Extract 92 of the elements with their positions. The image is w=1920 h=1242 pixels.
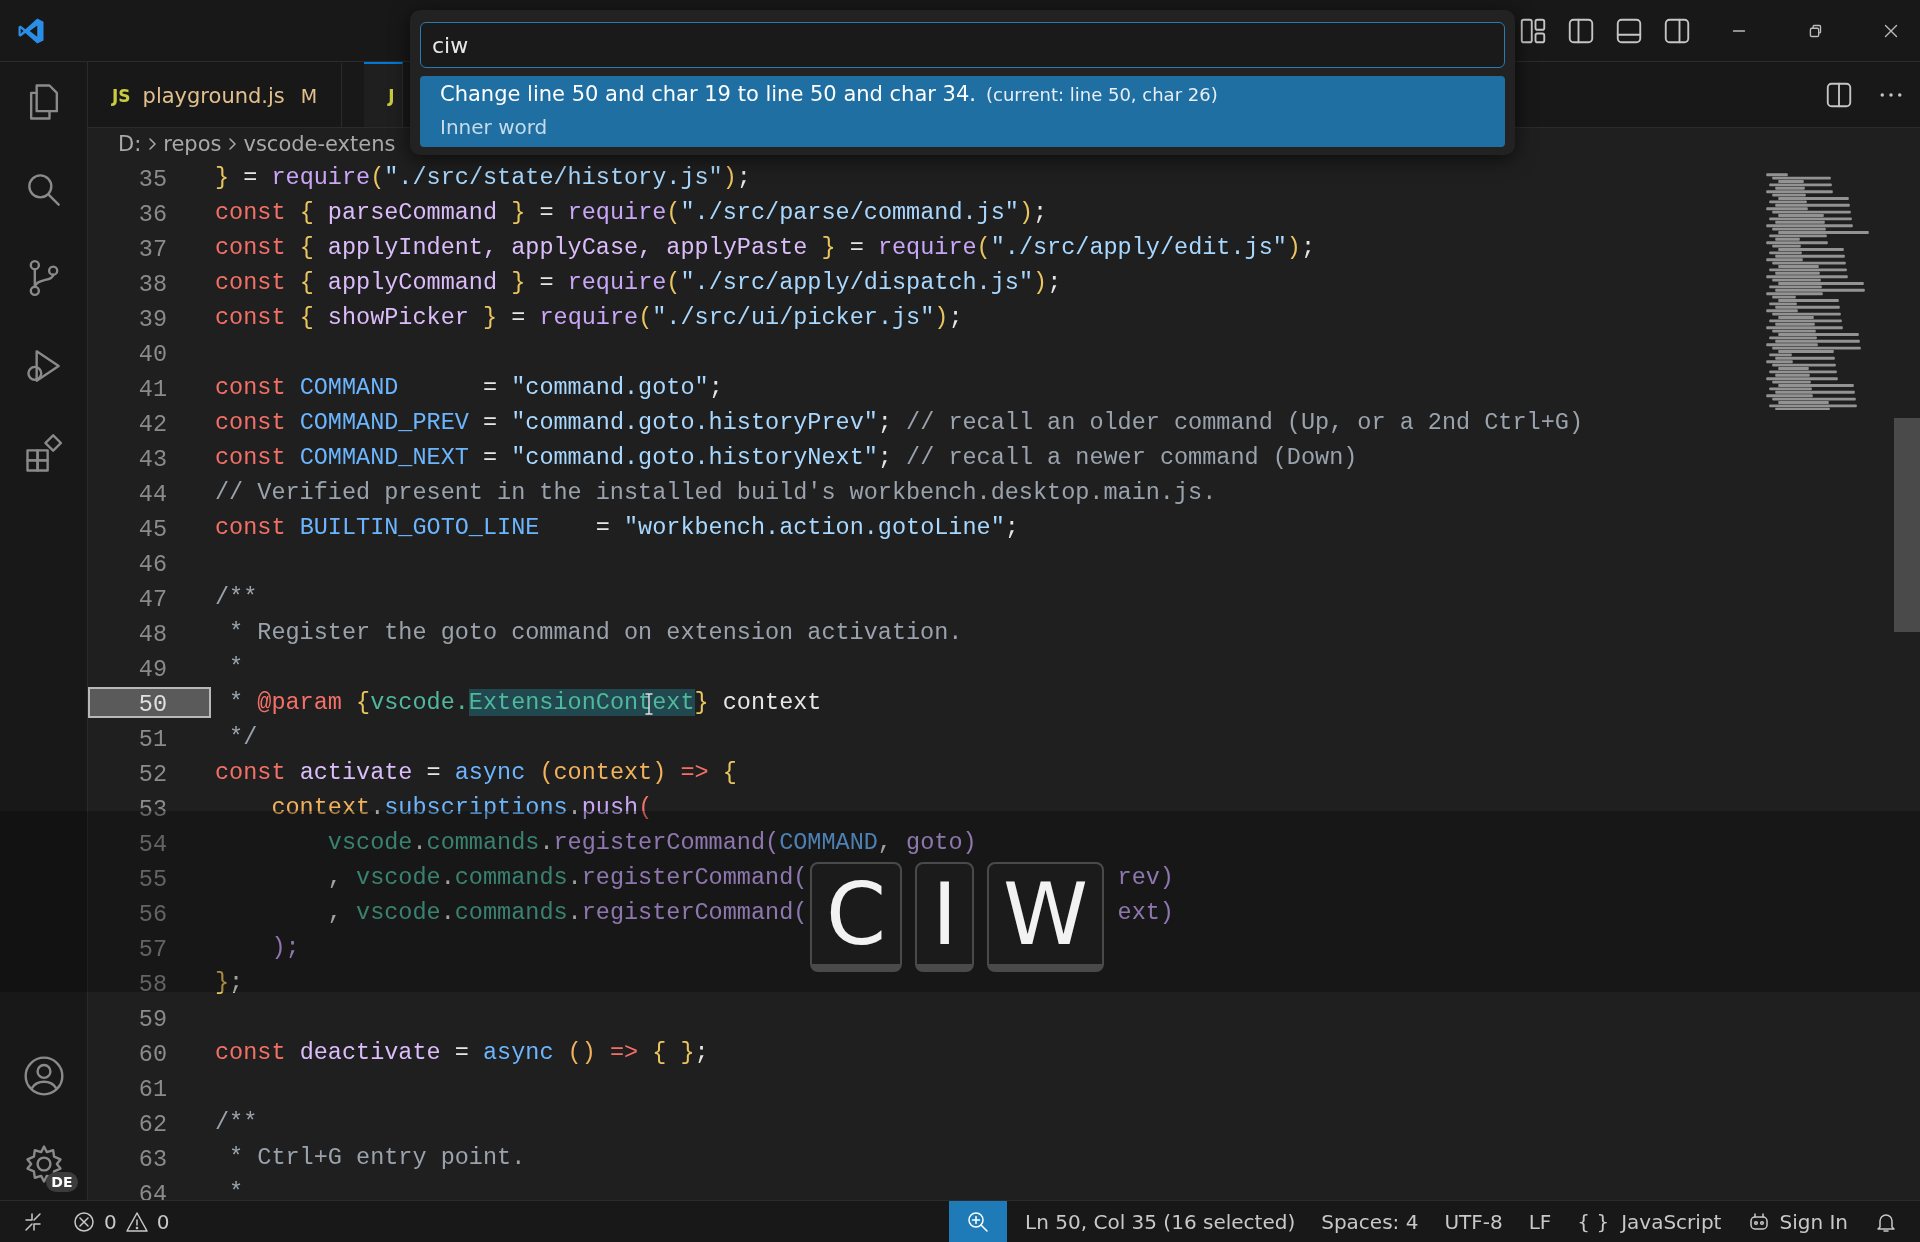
braces-glyph: { } bbox=[1577, 1209, 1610, 1234]
sign-in-label: Sign In bbox=[1779, 1209, 1848, 1234]
code-line: , vscode.commands.registerCommand( bbox=[326, 899, 808, 926]
line-number: 46 bbox=[137, 550, 168, 578]
code-line: // Verified present in the installed build's workbench.desktop.main.js. bbox=[214, 479, 1217, 506]
zoom-button[interactable] bbox=[949, 1200, 1008, 1242]
line-number: 59 bbox=[137, 1005, 168, 1033]
code-line: /** bbox=[214, 584, 258, 611]
javascript-file-icon: J bbox=[388, 85, 395, 106]
sign-in-status[interactable]: Sign In bbox=[1747, 1209, 1848, 1234]
code-line: const { applyCommand } = require("./src/apply/dispatch.js"); bbox=[214, 269, 1062, 296]
line-number: 45 bbox=[137, 515, 168, 543]
line-number: 62 bbox=[137, 1110, 168, 1138]
code-line: const activate = async (context) => { bbox=[214, 759, 737, 786]
zoom-in-icon bbox=[966, 1209, 991, 1234]
chevron-icon bbox=[147, 136, 158, 152]
line-number: 56 bbox=[137, 900, 168, 928]
code-fragment: rev) bbox=[1117, 864, 1174, 891]
item-description: (current: line 50, char 26) bbox=[986, 83, 1218, 107]
line-number: 53 bbox=[137, 795, 168, 823]
cursor-position[interactable]: Ln 50, Col 35 (16 selected) bbox=[1025, 1209, 1296, 1234]
warning-icon bbox=[124, 1209, 149, 1234]
keycap: I bbox=[915, 862, 975, 972]
error-icon bbox=[72, 1209, 96, 1234]
line-number: 36 bbox=[137, 200, 168, 228]
code-line: * Ctrl+G entry point. bbox=[228, 1144, 526, 1171]
line-number: 52 bbox=[137, 760, 168, 788]
code-line: * bbox=[228, 654, 244, 681]
code-line: * Register the goto command on extension activation. bbox=[228, 619, 963, 646]
code-line: const COMMAND = "command.goto"; bbox=[214, 374, 723, 401]
quick-pick-input[interactable]: ciw bbox=[420, 22, 1505, 68]
line-number: 48 bbox=[137, 620, 168, 648]
code-line: /** bbox=[214, 1109, 258, 1136]
modified-indicator: M bbox=[300, 84, 318, 107]
warning-count: 0 bbox=[156, 1209, 170, 1234]
line-number: 50 bbox=[88, 687, 211, 718]
line-number: 37 bbox=[137, 235, 168, 263]
line-number: 40 bbox=[137, 340, 168, 368]
tab-label: playground.js bbox=[142, 83, 285, 108]
language-label: JavaScript bbox=[1621, 1209, 1722, 1234]
code-line: const { parseCommand } = require("./src/parse/command.js"); bbox=[214, 199, 1048, 226]
code-line: }; bbox=[214, 969, 244, 996]
code-line: const COMMAND_NEXT = "command.goto.historyNext"; // recall a newer command (Down) bbox=[214, 444, 1358, 471]
code-line: , vscode.commands.registerCommand( bbox=[326, 864, 808, 891]
code-line: * bbox=[228, 1179, 244, 1200]
line-number: 47 bbox=[137, 585, 168, 613]
item-label: Change line 50 and char 19 to line 50 and char 34. bbox=[440, 81, 976, 108]
line-number: 43 bbox=[137, 445, 168, 473]
breadcrumb-item[interactable]: repos bbox=[163, 132, 222, 156]
code-line: ); bbox=[270, 934, 300, 961]
editor-tab[interactable]: J bbox=[364, 62, 404, 127]
indentation-status[interactable]: Spaces: 4 bbox=[1321, 1209, 1419, 1234]
code-line: vscode.commands.registerCommand(COMMAND, goto) bbox=[326, 829, 977, 856]
code-line: const { applyIndent, applyCase, applyPaste } = require("./src/apply/edit.js"); bbox=[214, 234, 1316, 261]
line-number: 39 bbox=[137, 305, 168, 333]
code-line: const COMMAND_PREV = "command.goto.historyPrev"; // recall an older command (Up, or a 2nd Ctrl+G) bbox=[214, 409, 1583, 436]
code-line: const { showPicker } = require("./src/ui/picker.js"); bbox=[214, 304, 963, 331]
line-number: 63 bbox=[137, 1145, 168, 1173]
code-line: const BUILTIN_GOTO_LINE = "workbench.action.gotoLine"; bbox=[214, 514, 1019, 541]
error-count: 0 bbox=[104, 1209, 117, 1234]
breadcrumb-item[interactable]: D: bbox=[118, 132, 142, 156]
encoding-status[interactable]: UTF-8 bbox=[1444, 1209, 1503, 1234]
scrollbar-thumb[interactable] bbox=[1894, 418, 1920, 632]
chevron-icon bbox=[227, 136, 238, 152]
line-number: 58 bbox=[137, 970, 168, 998]
line-number: 55 bbox=[137, 865, 168, 893]
breadcrumb-item[interactable]: vscode-extens bbox=[243, 132, 396, 156]
line-number: 41 bbox=[137, 375, 168, 403]
line-number: 49 bbox=[137, 655, 168, 683]
line-number: 60 bbox=[137, 1040, 168, 1068]
language-status[interactable]: { } JavaScript bbox=[1577, 1209, 1722, 1234]
code-line: */ bbox=[228, 724, 258, 751]
line-number: 51 bbox=[137, 725, 168, 753]
code-line: const deactivate = async () => { }; bbox=[214, 1039, 709, 1066]
keycap: W bbox=[987, 862, 1105, 972]
line-ending-status[interactable]: LF bbox=[1528, 1209, 1552, 1234]
quick-pick-item[interactable]: Change line 50 and char 19 to line 50 and char 34. (current: line 50, char 26) Inner word bbox=[420, 76, 1505, 147]
code-fragment: ext) bbox=[1117, 899, 1174, 926]
item-detail: Inner word bbox=[440, 114, 549, 141]
line-number: 54 bbox=[137, 830, 168, 858]
problems-status[interactable]: 0 0 bbox=[72, 1209, 170, 1234]
line-number: 38 bbox=[137, 270, 168, 298]
javascript-file-icon: JS bbox=[112, 85, 131, 106]
code-line: context.subscriptions.push( bbox=[270, 794, 653, 821]
line-number: 61 bbox=[137, 1075, 168, 1103]
account-badge: DE bbox=[46, 1172, 78, 1192]
line-number: 57 bbox=[137, 935, 168, 963]
keycap: C bbox=[810, 862, 903, 972]
line-number: 44 bbox=[137, 480, 168, 508]
code-line: } = require("./src/state/history.js"); bbox=[214, 164, 751, 191]
line-number: 35 bbox=[137, 165, 168, 193]
line-number: 42 bbox=[137, 410, 168, 438]
